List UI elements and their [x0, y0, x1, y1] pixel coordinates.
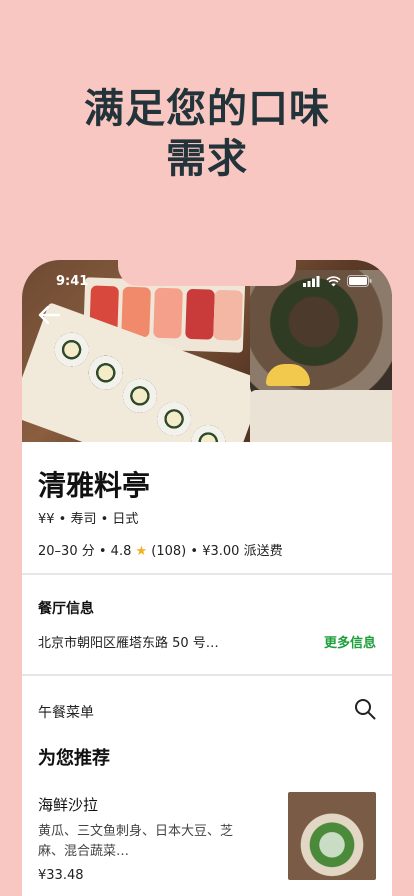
restaurant-hero-image: 9:41 [22, 260, 392, 442]
delivery-fee: ¥3.00 派送费 [202, 544, 283, 559]
delivery-time: 20–30 分 [38, 544, 95, 559]
battery-icon [347, 275, 372, 287]
dish-name[interactable]: 海鲜沙拉 [38, 794, 98, 815]
info-section-title: 餐厅信息 [38, 601, 94, 617]
maki-roll [49, 327, 94, 372]
signal-icon [303, 275, 320, 287]
nigiri [213, 289, 243, 341]
status-time: 9:41 [56, 274, 89, 289]
phone-screen: 9:41 清雅料亭 ¥¥ • 寿司 • 日式 20–30 分 • 4.8 ★ (… [22, 260, 392, 896]
more-info-link[interactable]: 更多信息 [324, 632, 376, 651]
star-icon: ★ [135, 544, 148, 559]
maki-roll [83, 350, 128, 395]
maki-roll [118, 374, 162, 418]
maki-roll [186, 420, 231, 442]
phone-notch [118, 260, 296, 286]
menu-selector[interactable]: 午餐菜单 [38, 702, 94, 722]
section-divider [22, 674, 392, 676]
meta-separator: • [190, 544, 203, 559]
recommended-title: 为您推荐 [38, 748, 110, 769]
wifi-icon [326, 275, 341, 286]
promo-headline: 满足您的口味 需求 [0, 84, 414, 184]
dish-image[interactable] [288, 792, 376, 880]
rating-value: 4.8 [110, 544, 132, 559]
nigiri [153, 287, 183, 339]
promo-headline-line1: 满足您的口味 [84, 86, 330, 132]
meta-separator: • [98, 544, 111, 559]
rating-count: (108) [151, 544, 187, 559]
dish-description: 黄瓜、三文鱼刺身、日本大豆、芝麻、混合蔬菜… [38, 824, 234, 859]
restaurant-address: 北京市朝阳区雁塔东路 50 号… [38, 636, 219, 651]
restaurant-name: 清雅料亭 [38, 469, 151, 502]
nigiri [185, 288, 215, 340]
maki-roll [152, 397, 196, 441]
section-divider [22, 573, 392, 575]
container-lid [250, 390, 392, 442]
status-icons [303, 275, 372, 287]
restaurant-meta: 20–30 分 • 4.8 ★ (108) • ¥3.00 派送费 [38, 540, 283, 559]
search-icon[interactable] [354, 698, 376, 720]
restaurant-tags: ¥¥ • 寿司 • 日式 [38, 512, 139, 527]
promo-headline-line2: 需求 [166, 136, 248, 182]
back-arrow-icon[interactable] [38, 306, 60, 324]
dish-price: ¥33.48 [38, 868, 84, 883]
